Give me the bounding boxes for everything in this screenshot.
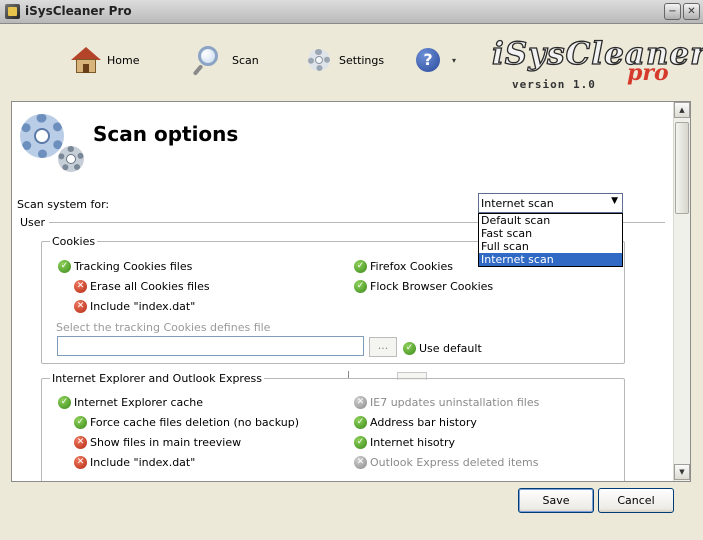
logo-pro: pro: [627, 60, 669, 86]
user-section-label: User: [20, 216, 50, 229]
chk-erase-all-cookies[interactable]: ✕ Erase all Cookies files: [74, 280, 210, 293]
scan-type-dropdown: Default scan Fast scan Full scan Interne…: [478, 213, 623, 267]
cancel-button[interactable]: Cancel: [598, 488, 674, 513]
app-logo: iSysCleaner pro version 1.0: [491, 35, 703, 94]
settings-label: Settings: [339, 53, 385, 67]
cookies-file-label: Select the tracking Cookies defines file: [56, 321, 271, 334]
gear-icon: [305, 46, 333, 74]
check-icon: ✓: [354, 260, 367, 273]
chk-address-bar-history[interactable]: ✓ Address bar history: [354, 416, 477, 429]
dropdown-option-default[interactable]: Default scan: [479, 214, 622, 227]
chk-cookies-index-dat[interactable]: ✕ Include "index.dat": [74, 300, 195, 313]
check-icon: ✓: [58, 396, 71, 409]
disabled-cross-icon: ✕: [354, 456, 367, 469]
scan-label: Scan: [232, 53, 259, 67]
chk-firefox-cookies[interactable]: ✓ Firefox Cookies: [354, 260, 453, 273]
cross-icon: ✕: [74, 300, 87, 313]
dropdown-option-fast[interactable]: Fast scan: [479, 227, 622, 240]
scan-type-select[interactable]: Internet scan ▼: [478, 193, 623, 213]
cross-icon: ✕: [74, 280, 87, 293]
chk-flock-cookies[interactable]: ✓ Flock Browser Cookies: [354, 280, 493, 293]
scan-type-value: Internet scan: [481, 197, 554, 210]
chk-internet-history[interactable]: ✓ Internet hisotry: [354, 436, 455, 449]
dropdown-option-full[interactable]: Full scan: [479, 240, 622, 253]
gears-icon: [18, 112, 84, 174]
scan-button[interactable]: Scan: [192, 42, 259, 78]
close-button[interactable]: ✕: [683, 3, 700, 20]
check-icon: ✓: [354, 416, 367, 429]
dropdown-arrow-icon[interactable]: ▼: [611, 196, 618, 206]
logo-version: version 1.0: [512, 78, 596, 91]
browse-button[interactable]: ...: [369, 337, 397, 357]
vertical-scrollbar[interactable]: ▲ ▼: [673, 102, 690, 481]
check-icon: ✓: [403, 342, 416, 355]
magnifier-icon: [192, 44, 226, 76]
cross-icon: ✕: [74, 456, 87, 469]
chevron-down-icon[interactable]: ▾: [452, 56, 456, 65]
chk-ie-index-dat[interactable]: ✕ Include "index.dat": [74, 456, 195, 469]
logo-name: iSysCleaner: [491, 35, 703, 72]
toolbar: Home Scan Settings ? ▾ iSysCleaner pro v…: [0, 24, 703, 99]
home-label: Home: [107, 53, 140, 67]
scroll-down-icon[interactable]: ▼: [674, 464, 690, 480]
scrollbar-thumb[interactable]: [675, 122, 689, 214]
check-icon: ✓: [74, 416, 87, 429]
page-title: Scan options: [93, 122, 239, 146]
home-button[interactable]: Home: [71, 42, 139, 78]
app-icon: [5, 4, 20, 19]
scan-for-label: Scan system for:: [17, 198, 110, 211]
chk-ie7-updates[interactable]: ✕ IE7 updates uninstallation files: [354, 396, 539, 409]
cross-icon: ✕: [74, 436, 87, 449]
scroll-up-icon[interactable]: ▲: [674, 102, 690, 118]
ie-group-title: Internet Explorer and Outlook Express: [50, 372, 264, 385]
title-bar: iSysCleaner Pro − ✕: [0, 0, 703, 24]
help-icon: ?: [416, 48, 440, 72]
window-title: iSysCleaner Pro: [25, 4, 132, 18]
check-icon: ✓: [58, 260, 71, 273]
chk-ie-cache[interactable]: ✓ Internet Explorer cache: [58, 396, 203, 409]
disabled-cross-icon: ✕: [354, 396, 367, 409]
settings-button[interactable]: Settings: [305, 42, 384, 78]
chk-force-cache-deletion[interactable]: ✓ Force cache files deletion (no backup): [74, 416, 299, 429]
chk-tracking-cookies[interactable]: ✓ Tracking Cookies files: [58, 260, 192, 273]
save-button[interactable]: Save: [518, 488, 594, 513]
help-button[interactable]: ? ▾: [416, 42, 456, 78]
scan-options-panel: Scan options Scan system for: Internet s…: [11, 101, 691, 482]
chk-use-default[interactable]: ✓ Use default: [403, 342, 482, 355]
check-icon: ✓: [354, 436, 367, 449]
check-icon: ✓: [354, 280, 367, 293]
home-icon: [71, 45, 101, 75]
chk-show-files-treeview[interactable]: ✕ Show files in main treeview: [74, 436, 241, 449]
cookies-group-title: Cookies: [50, 235, 98, 248]
minimize-button[interactable]: −: [664, 3, 681, 20]
cookies-file-input[interactable]: [57, 336, 364, 356]
dropdown-option-internet[interactable]: Internet scan: [479, 253, 622, 266]
chk-outlook-deleted-items[interactable]: ✕ Outlook Express deleted items: [354, 456, 539, 469]
